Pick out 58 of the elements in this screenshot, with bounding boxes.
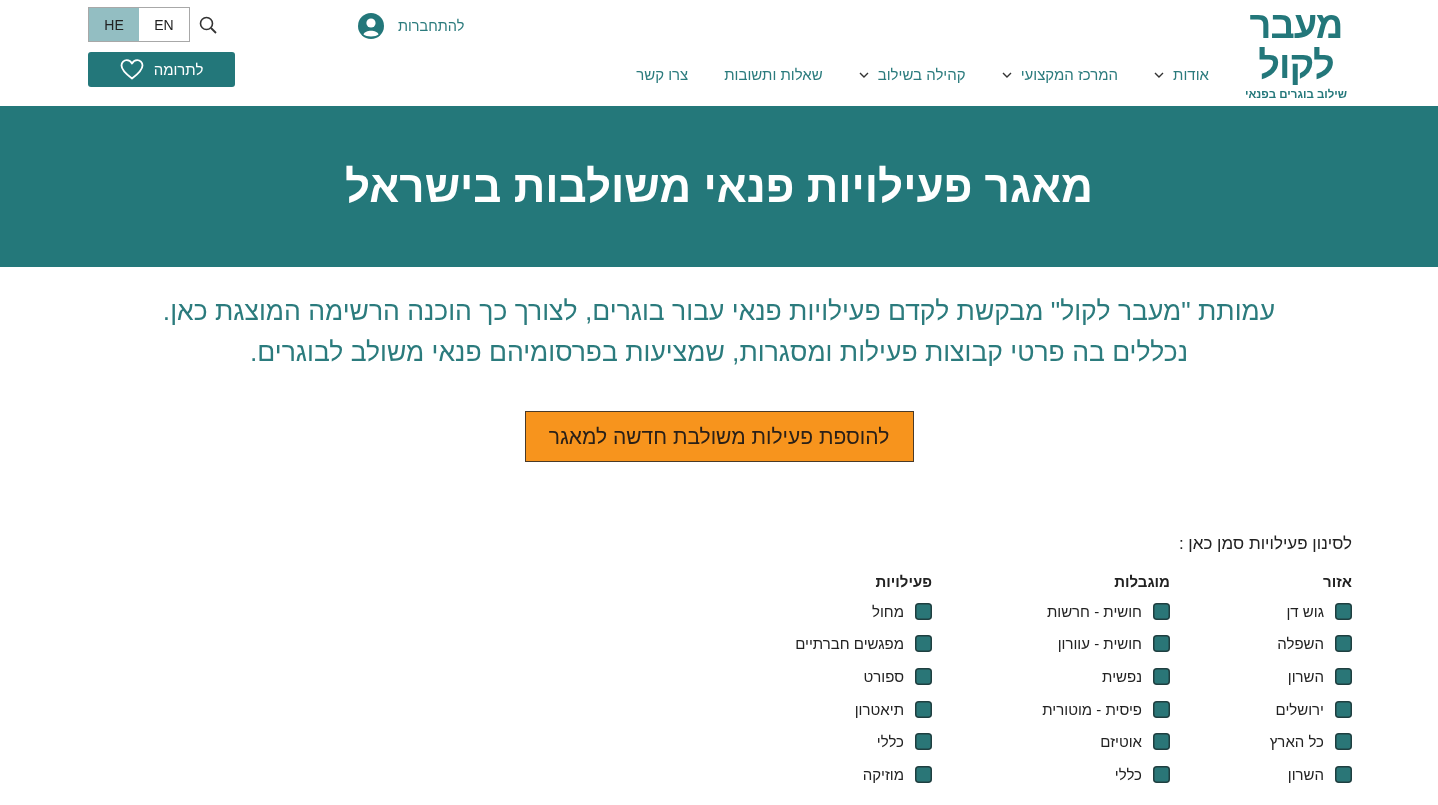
filter-option-label: ספורט bbox=[863, 668, 904, 685]
chevron-down-icon bbox=[1154, 71, 1165, 78]
filter-option-label: חושית - חרשות bbox=[1046, 602, 1142, 620]
checkbox[interactable] bbox=[1335, 733, 1352, 751]
filter-option-label: תיאטרון bbox=[854, 700, 904, 718]
checkbox[interactable] bbox=[915, 602, 932, 620]
nav-menu-item[interactable]: קהילה בשילוב bbox=[858, 66, 966, 83]
login-link[interactable]: להתחברות bbox=[358, 13, 465, 39]
filter-group-title: אזור bbox=[1322, 572, 1352, 592]
filter-option-label: אוטיזם bbox=[1100, 733, 1142, 751]
language-button[interactable]: HE bbox=[89, 8, 139, 41]
filter-option-label: פיסית - מוטורית bbox=[1042, 700, 1142, 718]
checkbox[interactable] bbox=[915, 668, 932, 685]
checkbox[interactable] bbox=[1153, 668, 1170, 685]
checkbox[interactable] bbox=[915, 733, 932, 751]
checkbox[interactable] bbox=[1153, 733, 1170, 751]
filter-option-label: מחול bbox=[871, 602, 904, 620]
search-icon[interactable] bbox=[199, 15, 217, 34]
filter-option-label: כל הארץ bbox=[1269, 733, 1324, 751]
filter-option-label: השרון bbox=[1287, 765, 1324, 783]
filter-instructions: לסינון פעילויות סמן כאן : bbox=[1177, 533, 1352, 555]
checkbox[interactable] bbox=[1335, 668, 1352, 685]
checkbox[interactable] bbox=[915, 635, 932, 653]
intro-paragraph: עמותת "מעבר לקול" מבקשת לקדם פעילויות פנאי עבור בוגרים, לצורך כך הוכנה הרשימה המוצגת כאן. נכללים בה פרטי קבוצות פעילות ומסגרות, שמציעות בפרסומיהם פנאי משולב לבוגרים. bbox=[161, 295, 1277, 369]
user-icon bbox=[358, 13, 384, 39]
filter-option-label: גוש דן bbox=[1286, 602, 1324, 620]
checkbox[interactable] bbox=[1335, 765, 1352, 783]
filter-group-title: מוגבלות bbox=[1113, 572, 1170, 592]
filter-option-label: מוזיקה bbox=[862, 765, 904, 783]
checkbox[interactable] bbox=[915, 700, 932, 718]
filter-option-label: נפשית bbox=[1102, 668, 1142, 685]
chevron-down-icon bbox=[858, 71, 869, 78]
checkbox[interactable] bbox=[1153, 765, 1170, 783]
checkbox[interactable] bbox=[1335, 700, 1352, 718]
filter-option-label: כללי bbox=[876, 733, 904, 751]
chevron-down-icon bbox=[1001, 71, 1012, 78]
nav-menu-item[interactable]: אודות bbox=[1154, 66, 1209, 83]
nav-menu-item[interactable]: צרו קשר bbox=[636, 66, 689, 83]
checkbox[interactable] bbox=[915, 765, 932, 783]
page-title: מאגר פעילויות פנאי משולבות בישראל bbox=[345, 161, 1093, 212]
nav-menu-item[interactable]: שאלות ותשובות bbox=[724, 66, 823, 83]
nav-menu-item[interactable]: המרכז המקצועי bbox=[1001, 66, 1119, 83]
filter-option-label: השרון bbox=[1287, 668, 1324, 685]
heart-icon bbox=[119, 59, 144, 80]
checkbox[interactable] bbox=[1153, 635, 1170, 653]
filter-option-label: חושית - עוורון bbox=[1057, 635, 1142, 653]
filter-option-label: ירושלים bbox=[1275, 700, 1324, 718]
checkbox[interactable] bbox=[1153, 700, 1170, 718]
filter-option-label: השפלה bbox=[1277, 635, 1324, 653]
filter-group-title: פעילויות bbox=[874, 572, 932, 592]
logo-tagline: שילוב בוגרים בפנאי bbox=[1244, 87, 1348, 101]
checkbox[interactable] bbox=[1153, 602, 1170, 620]
donate-button[interactable]: לתרומה bbox=[88, 52, 235, 87]
checkbox[interactable] bbox=[1335, 635, 1352, 653]
add-activity-button[interactable]: להוספת פעילות משולבת חדשה למאגר bbox=[524, 411, 914, 462]
filter-option-label: כללי bbox=[1114, 765, 1142, 783]
checkbox[interactable] bbox=[1335, 602, 1352, 620]
filter-option-label: מפגשים חברתיים bbox=[795, 635, 904, 653]
